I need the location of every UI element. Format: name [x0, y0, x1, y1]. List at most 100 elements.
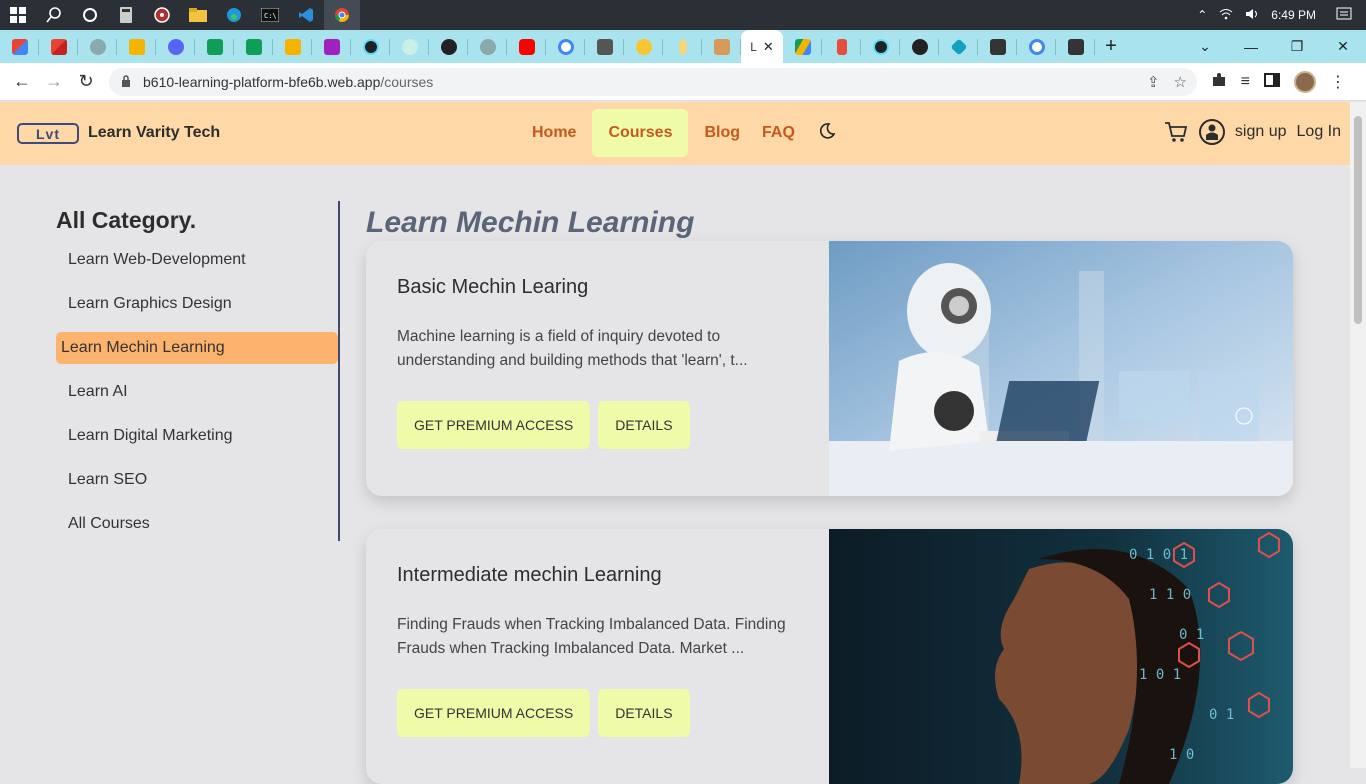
category-ai[interactable]: Learn AI: [56, 376, 338, 408]
details-button[interactable]: DETAILS: [598, 689, 690, 737]
calculator-icon[interactable]: [108, 0, 144, 30]
globe-icon: [440, 38, 457, 55]
google-icon: [1028, 38, 1045, 55]
tab-globe[interactable]: [429, 30, 468, 63]
signup-link[interactable]: sign up: [1235, 123, 1287, 141]
volume-icon[interactable]: [1245, 8, 1259, 23]
tab-bulb[interactable]: [663, 30, 702, 63]
share-icon[interactable]: ⇪: [1147, 73, 1160, 91]
tab-diamond[interactable]: [939, 30, 978, 63]
category-graphics-design[interactable]: Learn Graphics Design: [56, 288, 338, 320]
more-menu-icon[interactable]: ⋮: [1330, 72, 1346, 92]
tab-active[interactable]: L ✕: [741, 30, 783, 63]
nav-courses[interactable]: Courses: [592, 109, 689, 157]
vscode-icon[interactable]: [288, 0, 324, 30]
tab-fm[interactable]: [702, 30, 741, 63]
tab-tailwind[interactable]: [390, 30, 429, 63]
tab-slides[interactable]: [117, 30, 156, 63]
category-machine-learning[interactable]: Learn Mechin Learning: [56, 332, 338, 364]
sidebar-title: All Category.: [56, 207, 197, 233]
github-icon: [89, 38, 106, 55]
restore-icon[interactable]: ❐: [1274, 38, 1320, 55]
close-tab-icon[interactable]: ✕: [763, 39, 774, 55]
tab-google-2[interactable]: [1017, 30, 1056, 63]
search-icon[interactable]: [36, 0, 72, 30]
course-card: Intermediate mechin Learning Finding Fra…: [366, 529, 1293, 784]
tab-globe-2[interactable]: [900, 30, 939, 63]
get-premium-access-button[interactable]: GET PREMIUM ACCESS: [397, 401, 591, 449]
tab-m-2[interactable]: [1056, 30, 1095, 63]
tab-app-2[interactable]: [822, 30, 861, 63]
tab-github[interactable]: [78, 30, 117, 63]
discord-icon: [167, 38, 184, 55]
tab-sun[interactable]: [624, 30, 663, 63]
category-seo[interactable]: Learn SEO: [56, 464, 338, 496]
forward-icon[interactable]: →: [38, 71, 70, 92]
nav-home[interactable]: Home: [521, 109, 587, 157]
tab-sheets[interactable]: [195, 30, 234, 63]
tab-app[interactable]: [312, 30, 351, 63]
svg-text:0 1: 0 1: [1209, 707, 1234, 723]
minimize-icon[interactable]: —: [1228, 39, 1274, 55]
tab-github-2[interactable]: [468, 30, 507, 63]
windows-start-icon[interactable]: [0, 0, 36, 30]
tab-drive[interactable]: [783, 30, 822, 63]
address-bar[interactable]: b610-learning-platform-bfe6b.web.app/cou…: [109, 68, 1197, 96]
tab-gmail[interactable]: [0, 30, 39, 63]
site-logo[interactable]: Lvt: [17, 123, 79, 144]
category-all-courses[interactable]: All Courses: [56, 508, 338, 540]
tab-slides-2[interactable]: [273, 30, 312, 63]
fm-icon: [713, 38, 730, 55]
arrow-icon: [836, 38, 847, 55]
media-player-icon[interactable]: [144, 0, 180, 30]
scrollbar-thumb[interactable]: [1354, 116, 1362, 324]
get-premium-access-button[interactable]: GET PREMIUM ACCESS: [397, 689, 591, 737]
details-button[interactable]: DETAILS: [598, 401, 690, 449]
reload-icon[interactable]: ↻: [70, 71, 102, 92]
tab-google[interactable]: [546, 30, 585, 63]
extensions-area: ≡ ⋮: [1211, 63, 1346, 101]
tab-discord[interactable]: [156, 30, 195, 63]
profile-avatar[interactable]: [1294, 71, 1316, 93]
user-icon[interactable]: [1198, 119, 1225, 145]
terminal-icon[interactable]: C:\: [252, 0, 288, 30]
cart-icon[interactable]: [1163, 119, 1189, 145]
tab-gmail-2[interactable]: [39, 30, 78, 63]
clock-time[interactable]: 6:49 PM: [1271, 8, 1316, 22]
site-name[interactable]: Learn Varity Tech: [88, 124, 220, 142]
tab-youtube[interactable]: [507, 30, 546, 63]
login-link[interactable]: Log In: [1297, 123, 1341, 141]
bookmark-star-icon[interactable]: ☆: [1174, 73, 1187, 91]
theme-toggle-moon-icon[interactable]: [818, 122, 836, 145]
file-explorer-icon[interactable]: [180, 0, 216, 30]
extensions-puzzle-icon[interactable]: [1211, 72, 1227, 93]
page-scrollbar[interactable]: [1350, 102, 1366, 768]
new-tab-button[interactable]: +: [1095, 35, 1127, 58]
media-queue-icon[interactable]: ≡: [1241, 73, 1250, 91]
svg-text:1 1 0: 1 1 0: [1149, 587, 1191, 603]
wifi-icon[interactable]: [1219, 8, 1233, 23]
lock-icon[interactable]: [121, 74, 133, 90]
diamond-icon: [950, 38, 967, 55]
back-icon[interactable]: ←: [6, 71, 38, 92]
chrome-icon[interactable]: [324, 0, 360, 30]
tab-react-2[interactable]: [861, 30, 900, 63]
svg-text:1 0 1: 1 0 1: [1139, 667, 1181, 683]
close-window-icon[interactable]: ✕: [1320, 38, 1366, 55]
m-logo-icon: [989, 38, 1006, 55]
tab-sheets-2[interactable]: [234, 30, 273, 63]
side-panel-icon[interactable]: [1264, 72, 1280, 92]
tab-m[interactable]: [978, 30, 1017, 63]
tab-graduation[interactable]: [585, 30, 624, 63]
notification-icon[interactable]: [1336, 7, 1352, 24]
tab-react[interactable]: [351, 30, 390, 63]
category-digital-marketing[interactable]: Learn Digital Marketing: [56, 420, 338, 452]
nav-blog[interactable]: Blog: [693, 109, 751, 157]
nav-faq[interactable]: FAQ: [751, 109, 806, 157]
edge-icon[interactable]: [216, 0, 252, 30]
category-web-development[interactable]: Learn Web-Development: [56, 244, 338, 276]
chevron-up-icon[interactable]: ⌃: [1197, 8, 1207, 22]
tab-search-icon[interactable]: ⌄: [1182, 38, 1228, 55]
react-icon: [872, 38, 889, 55]
cortana-icon[interactable]: [72, 0, 108, 30]
